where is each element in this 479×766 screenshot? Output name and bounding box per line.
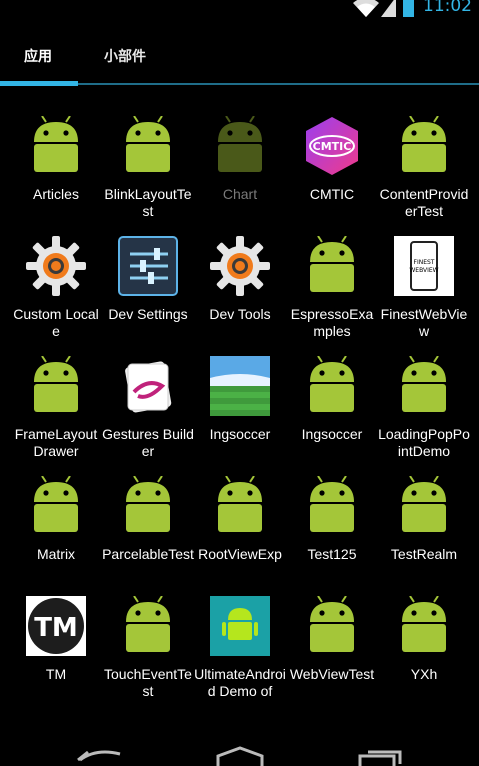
android-icon xyxy=(210,115,270,176)
app-label: Ingsoccer xyxy=(209,426,271,442)
app-label: Matrix xyxy=(36,546,76,562)
android-icon xyxy=(302,235,362,296)
app-label: TM xyxy=(45,666,67,682)
tab-widgets[interactable]: 小部件 xyxy=(104,46,146,66)
app-label: CMTIC xyxy=(309,186,355,202)
app-item[interactable]: Test125 xyxy=(286,475,378,563)
signal-icon xyxy=(381,0,396,17)
app-label: EspressoExamples xyxy=(290,306,374,339)
app-label: FinestWebView xyxy=(380,306,468,339)
app-item[interactable]: TestRealm xyxy=(378,475,470,563)
app-item[interactable]: Ingsoccer xyxy=(286,355,378,443)
app-label: TouchEventTest xyxy=(104,666,192,699)
app-item[interactable]: ParcelableTest xyxy=(102,475,194,563)
recent-apps-icon[interactable] xyxy=(358,746,404,766)
soccer-field-icon xyxy=(210,356,270,416)
app-label: RootViewExp xyxy=(198,546,282,562)
app-label: UltimateAndroid Demo of xyxy=(194,666,286,699)
android-icon xyxy=(302,595,362,656)
android-icon xyxy=(118,475,178,536)
android-icon xyxy=(210,475,270,536)
gestures-builder-icon xyxy=(118,356,178,416)
app-item[interactable]: Dev Tools xyxy=(194,236,286,323)
ultimate-android-icon xyxy=(210,596,270,656)
android-icon xyxy=(394,595,454,656)
app-label: ContentProviderTest xyxy=(379,186,469,219)
app-item[interactable]: BlinkLayoutTest xyxy=(102,115,194,220)
app-item[interactable]: EspressoExamples xyxy=(286,235,378,340)
cmtic-logo-icon: CMTIC xyxy=(302,116,362,176)
settings-gear-icon xyxy=(210,236,270,296)
android-icon xyxy=(302,355,362,416)
clock: 11:02 xyxy=(423,0,472,16)
app-item[interactable]: UltimateAndroid Demo of xyxy=(194,596,286,700)
app-label: Ingsoccer xyxy=(301,426,363,442)
svg-text:WEBVIEW: WEBVIEW xyxy=(409,267,438,274)
app-item[interactable]: LoadingPopPointDemo xyxy=(378,355,470,460)
app-label: TestRealm xyxy=(390,546,458,562)
app-item[interactable]: FrameLayoutDrawer xyxy=(10,355,102,460)
app-label: Articles xyxy=(33,186,79,202)
app-item[interactable]: Articles xyxy=(10,115,102,203)
dev-settings-sliders-icon xyxy=(118,236,178,296)
android-icon xyxy=(394,355,454,416)
android-icon xyxy=(394,115,454,176)
android-icon xyxy=(302,475,362,536)
tab-selected-indicator xyxy=(0,81,78,86)
app-item[interactable]: YXh xyxy=(378,595,470,683)
app-label: Chart xyxy=(222,186,258,202)
app-label: Custom Locale xyxy=(13,306,99,339)
tm-logo-icon: TM xyxy=(26,596,86,656)
svg-text:FINEST: FINEST xyxy=(414,259,435,266)
app-item[interactable]: CMTIC CMTIC xyxy=(286,116,378,203)
app-label: FrameLayoutDrawer xyxy=(14,426,98,459)
android-icon xyxy=(118,595,178,656)
app-item[interactable]: RootViewExp xyxy=(194,475,286,563)
app-item[interactable]: TouchEventTest xyxy=(102,595,194,700)
app-label: BlinkLayoutTest xyxy=(104,186,192,219)
app-item[interactable]: Custom Locale xyxy=(10,236,102,340)
app-label: LoadingPopPointDemo xyxy=(378,426,470,459)
app-item[interactable]: Ingsoccer xyxy=(194,356,286,443)
app-label: Dev Tools xyxy=(209,306,271,322)
app-item[interactable]: FINEST WEBVIEW FinestWebView xyxy=(378,236,470,340)
app-item[interactable]: WebViewTest xyxy=(286,595,378,683)
app-label: WebViewTest xyxy=(289,666,375,682)
app-item[interactable]: Gestures Builder xyxy=(102,356,194,460)
app-item[interactable]: Dev Settings xyxy=(102,236,194,323)
android-icon xyxy=(118,115,178,176)
svg-text:CMTIC: CMTIC xyxy=(313,140,352,153)
app-item[interactable]: Matrix xyxy=(10,475,102,563)
tab-bar: 应用 小部件 xyxy=(0,26,479,88)
android-icon xyxy=(26,475,86,536)
back-icon[interactable] xyxy=(76,746,124,766)
app-label: Dev Settings xyxy=(108,306,188,322)
app-label: Test125 xyxy=(307,546,357,562)
app-label: Gestures Builder xyxy=(102,426,194,459)
navigation-bar xyxy=(0,746,479,766)
wifi-icon xyxy=(353,0,379,17)
settings-gear-icon xyxy=(26,236,86,296)
android-icon xyxy=(26,355,86,416)
svg-text:TM: TM xyxy=(34,613,78,643)
battery-icon xyxy=(403,0,414,17)
home-icon[interactable] xyxy=(214,746,266,766)
android-icon xyxy=(26,115,86,176)
app-item[interactable]: TM TM xyxy=(10,596,102,683)
status-bar: 11:02 xyxy=(0,0,479,20)
tab-apps[interactable]: 应用 xyxy=(24,46,52,66)
android-icon xyxy=(394,475,454,536)
app-label: ParcelableTest xyxy=(102,546,194,562)
app-item[interactable]: ContentProviderTest xyxy=(378,115,470,220)
app-item[interactable]: Chart xyxy=(194,115,286,203)
app-label: YXh xyxy=(410,666,438,682)
finest-webview-icon: FINEST WEBVIEW xyxy=(394,236,454,296)
